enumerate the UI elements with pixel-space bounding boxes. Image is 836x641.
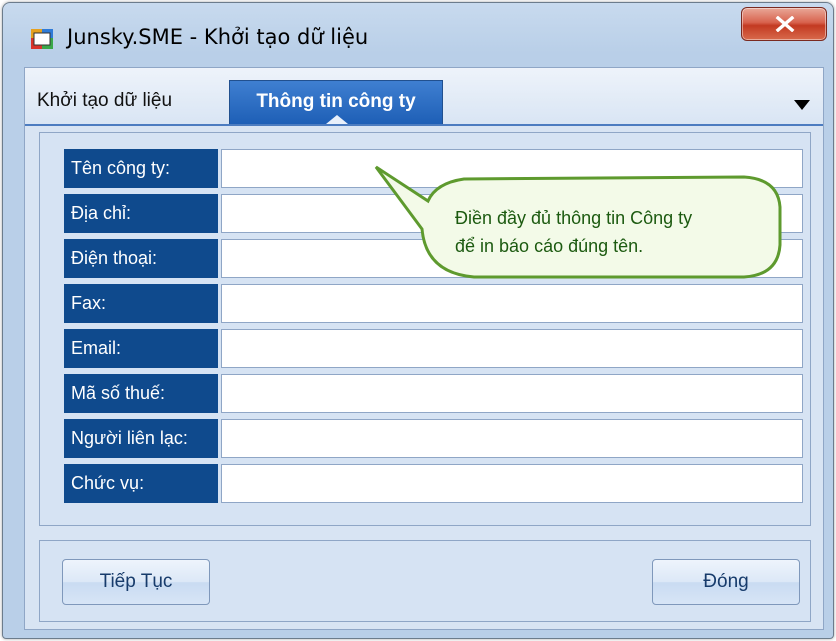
close-icon (775, 16, 795, 32)
app-window-icon (31, 29, 53, 49)
email-input[interactable] (221, 329, 803, 368)
dialog-window: Junsky.SME - Khởi tạo dữ liệu Khởi tạo d… (2, 2, 834, 639)
tab-strip: Khởi tạo dữ liệu Thông tin công ty (25, 68, 823, 126)
title-bar[interactable]: Junsky.SME - Khởi tạo dữ liệu (3, 3, 833, 67)
close-button-label: Đóng (703, 571, 749, 592)
button-bar: Tiếp Tục Đóng (39, 540, 811, 622)
active-tab-pointer (326, 115, 348, 124)
callout-line-1: Điền đầy đủ thông tin Công ty (455, 208, 693, 228)
field-label: Chức vụ: (64, 464, 218, 503)
field-label: Tên công ty: (64, 149, 218, 188)
tab-khoi-tao-du-lieu[interactable]: Khởi tạo dữ liệu (37, 80, 207, 124)
dropdown-arrow-icon[interactable] (793, 96, 811, 110)
continue-button[interactable]: Tiếp Tục (62, 559, 210, 605)
tab-label: Thông tin công ty (256, 91, 416, 112)
close-button[interactable]: Đóng (652, 559, 800, 605)
field-label: Email: (64, 329, 218, 368)
position-input[interactable] (221, 464, 803, 503)
tab-thong-tin-cong-ty[interactable]: Thông tin công ty (229, 80, 443, 124)
contact-person-input[interactable] (221, 419, 803, 458)
field-label: Fax: (64, 284, 218, 323)
callout-line-2: để in báo cáo đúng tên. (455, 236, 644, 256)
dialog-content: Khởi tạo dữ liệu Thông tin công ty Tên c… (24, 67, 824, 630)
close-window-button[interactable] (741, 7, 827, 41)
field-label: Người liên lạc: (64, 419, 218, 458)
callout-text: Điền đầy đủ thông tin Công ty để in báo … (455, 204, 775, 260)
field-label: Điện thoại: (64, 239, 218, 278)
tax-code-input[interactable] (221, 374, 803, 413)
field-label: Địa chỉ: (64, 194, 218, 233)
field-label: Mã số thuế: (64, 374, 218, 413)
fax-input[interactable] (221, 284, 803, 323)
window-title: Junsky.SME - Khởi tạo dữ liệu (67, 25, 369, 49)
